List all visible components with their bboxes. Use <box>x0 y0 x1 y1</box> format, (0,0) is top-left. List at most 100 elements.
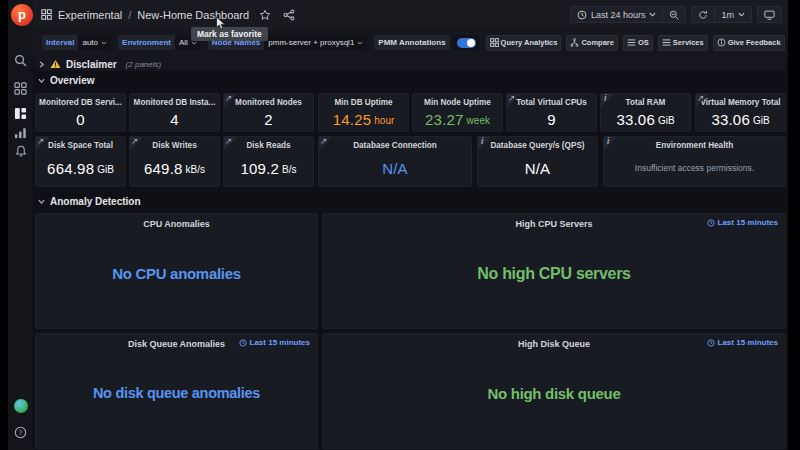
branch-icon <box>570 38 579 47</box>
panel-title: CPU Anomalies <box>36 219 317 229</box>
panel-link-icon[interactable]: ↗ <box>36 137 50 151</box>
time-range-badge[interactable]: Last 15 minutes <box>239 338 310 347</box>
panel-disk-queue-anomalies[interactable]: Disk Queue Anomalies Last 15 minutes No … <box>35 333 318 449</box>
stat-value: 0 <box>76 111 85 128</box>
interval-value: auto <box>82 35 98 50</box>
panel-title: Database Query/s (QPS) <box>478 141 597 150</box>
clock-icon <box>707 339 715 347</box>
time-range-badge[interactable]: Last 15 minutes <box>707 218 778 227</box>
disclaimer-panel-count: (2 panels) <box>126 60 162 69</box>
search-icon[interactable] <box>8 48 33 72</box>
stat-unit: week <box>467 115 490 126</box>
stat-panel-database-connection[interactable]: ↗ Database Connection N/A <box>318 136 472 187</box>
panel-link-icon[interactable]: ↗ <box>507 94 521 108</box>
anomaly-message: No high disk queue <box>323 385 785 402</box>
stat-panel-database-qps[interactable]: i Database Query/s (QPS) N/A <box>477 136 598 187</box>
chevron-down-icon[interactable] <box>38 198 45 205</box>
stat-value: N/A <box>382 160 408 177</box>
stat-value: 4 <box>170 111 179 128</box>
panel-title: Database Connection <box>319 141 471 150</box>
tv-mode-button[interactable] <box>757 6 782 23</box>
share-icon[interactable] <box>283 9 295 21</box>
panel-title: Min DB Uptime <box>319 98 408 107</box>
breadcrumb-section[interactable]: Experimental <box>58 9 122 21</box>
stat-panel-min-node-uptime[interactable]: Min Node Uptime 23.27week <box>412 93 503 132</box>
stat-panel-min-db-uptime[interactable]: Min DB Uptime 14.25hour <box>318 93 409 132</box>
help-icon[interactable]: ? <box>8 420 33 444</box>
panel-cpu-anomalies[interactable]: CPU Anomalies No CPU anomalies <box>35 213 318 329</box>
bars-icon <box>627 38 636 47</box>
breadcrumb-separator: / <box>128 9 131 21</box>
stat-value: 649.8 <box>144 160 183 177</box>
pmm-annotations-toggle[interactable] <box>457 38 476 48</box>
stat-panel-environment-health[interactable]: i Environment Health Insufficient access… <box>603 136 786 187</box>
panel-link-icon[interactable]: ↗ <box>224 94 238 108</box>
stat-panel-monitored-nodes[interactable]: ↗ Monitored Nodes 2 <box>223 93 314 132</box>
disclaimer-title[interactable]: Disclaimer <box>66 59 117 70</box>
breadcrumb-page[interactable]: New-Home Dashboard <box>137 9 249 21</box>
stat-panel-disk-writes[interactable]: ↗ Disk Writes 649.8kB/s <box>129 136 220 187</box>
panel-high-cpu-servers[interactable]: High CPU Servers Last 15 minutes No high… <box>322 213 786 329</box>
panel-link-icon[interactable]: ↗ <box>130 137 144 151</box>
stat-value: 664.98 <box>47 160 94 177</box>
top-navigation-bar: Experimental / New-Home Dashboard Last 2… <box>33 0 788 29</box>
stat-panel-total-ram[interactable]: i Total RAM 33.06GiB <box>600 93 691 132</box>
stat-value: 14.25 <box>333 111 372 128</box>
refresh-button[interactable] <box>691 6 715 23</box>
panel-link-icon[interactable]: ↗ <box>319 137 333 151</box>
give-feedback-button[interactable]: Give Feedback <box>713 35 785 51</box>
badge-label: Last 15 minutes <box>718 338 778 347</box>
clock-icon <box>707 219 715 227</box>
stat-unit: kB/s <box>186 164 205 175</box>
anomaly-detection-title[interactable]: Anomaly Detection <box>50 196 141 207</box>
dashboard-canvas: Disclaimer (2 panels) Overview Monitored… <box>33 56 788 450</box>
bell-icon[interactable] <box>8 139 33 163</box>
panel-link-icon[interactable]: ↗ <box>224 137 238 151</box>
anomaly-detection-row[interactable]: Anomaly Detection <box>38 194 141 208</box>
globe-icon[interactable] <box>8 394 33 418</box>
stat-panel-monitored-db-services[interactable]: Monitored DB Servi... 0 <box>35 93 126 132</box>
stat-value: 2 <box>264 111 273 128</box>
query-analytics-button[interactable]: Query Analytics <box>486 35 562 51</box>
dashboard-grid-icon[interactable] <box>41 9 52 20</box>
panel-info-icon[interactable]: i <box>478 137 492 151</box>
mouse-cursor <box>215 16 226 35</box>
stat-panel-total-virtual-cpus[interactable]: ↗ Total Virtual CPUs 9 <box>506 93 597 132</box>
clock-icon <box>239 339 247 347</box>
interval-variable[interactable]: Interval auto <box>42 35 111 50</box>
stat-panel-disk-reads[interactable]: ↗ Disk Reads 109.2B/s <box>223 136 314 187</box>
overview-title[interactable]: Overview <box>50 75 94 86</box>
zoom-out-button[interactable] <box>663 6 686 23</box>
stat-panel-virtual-memory-total[interactable]: ↗ Virtual Memory Total 33.06GiB <box>695 93 786 132</box>
os-button[interactable]: OS <box>623 35 653 51</box>
overview-row[interactable]: Overview <box>38 73 94 87</box>
panel-title: Monitored DB Servi... <box>36 98 125 107</box>
chevron-right-icon[interactable] <box>38 61 45 68</box>
chevron-down-icon <box>738 12 745 17</box>
compare-label: Compare <box>581 38 614 47</box>
environment-variable[interactable]: Environment All <box>118 35 201 50</box>
badge-label: Last 15 minutes <box>718 218 778 227</box>
chevron-down-icon[interactable] <box>38 77 45 84</box>
stat-value: N/A <box>525 160 551 177</box>
percona-logo-icon[interactable]: p <box>11 4 33 26</box>
compare-button[interactable]: Compare <box>566 35 618 51</box>
panel-link-icon[interactable]: ↗ <box>696 94 710 108</box>
stat-value: 33.06 <box>711 111 750 128</box>
stat-unit: GiB <box>658 115 675 126</box>
apps-grid-icon[interactable] <box>8 76 33 100</box>
stat-panel-disk-space-total[interactable]: ↗ Disk Space Total 664.98GiB <box>35 136 126 187</box>
anomaly-message: No disk queue anomalies <box>36 385 317 401</box>
services-button[interactable]: Services <box>658 35 708 51</box>
anomaly-message: No high CPU servers <box>323 265 785 283</box>
panel-info-icon[interactable]: i <box>604 137 618 151</box>
panel-high-disk-queue[interactable]: High Disk Queue Last 15 minutes No high … <box>322 333 786 449</box>
panel-info-icon[interactable]: i <box>601 94 615 108</box>
sidebar: p ? <box>8 0 33 450</box>
refresh-interval-picker[interactable]: 1m <box>715 6 752 23</box>
query-analytics-label: Query Analytics <box>501 38 558 47</box>
star-icon[interactable] <box>259 9 271 21</box>
time-range-picker[interactable]: Last 24 hours <box>570 6 664 23</box>
stat-panel-monitored-db-instances[interactable]: Monitored DB Insta... 4 <box>129 93 220 132</box>
time-range-badge[interactable]: Last 15 minutes <box>707 338 778 347</box>
